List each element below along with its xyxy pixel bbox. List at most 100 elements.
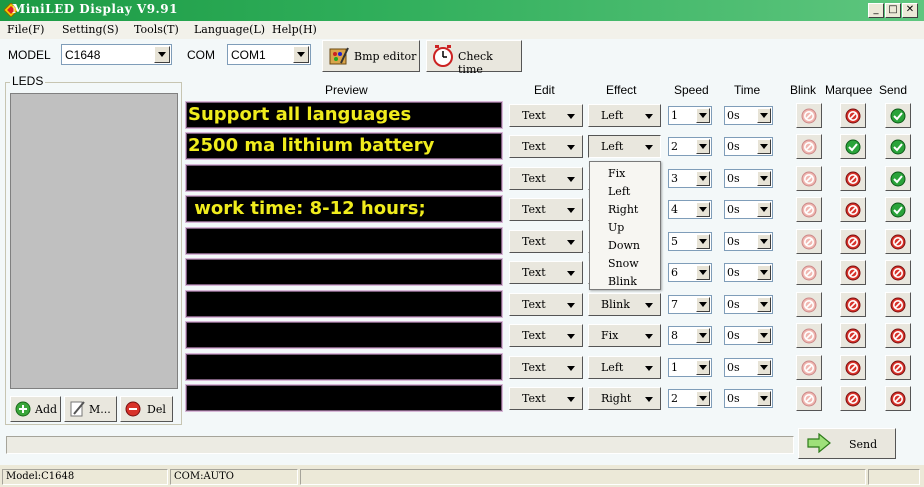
edit-dropdown[interactable]: Text bbox=[509, 230, 583, 253]
blink-toggle[interactable] bbox=[796, 229, 822, 254]
marquee-toggle[interactable] bbox=[840, 134, 866, 159]
chevron-down-icon[interactable] bbox=[757, 360, 771, 375]
speed-select[interactable]: 2 bbox=[668, 389, 712, 408]
chevron-down-icon[interactable] bbox=[696, 234, 710, 249]
menu-file[interactable]: File(F) bbox=[7, 23, 44, 36]
chevron-down-icon[interactable] bbox=[293, 46, 309, 63]
marquee-toggle[interactable] bbox=[840, 166, 866, 191]
time-select[interactable]: 0s bbox=[724, 232, 773, 251]
speed-select[interactable]: 2 bbox=[668, 137, 712, 156]
send-toggle[interactable] bbox=[885, 386, 911, 411]
chevron-down-icon[interactable] bbox=[154, 46, 170, 63]
blink-toggle[interactable] bbox=[796, 103, 822, 128]
marquee-toggle[interactable] bbox=[840, 229, 866, 254]
chevron-down-icon[interactable] bbox=[696, 297, 710, 312]
edit-dropdown[interactable]: Text bbox=[509, 104, 583, 127]
preview-display[interactable] bbox=[186, 385, 502, 411]
preview-display[interactable]: Support all languages bbox=[186, 102, 502, 128]
chevron-down-icon[interactable] bbox=[696, 108, 710, 123]
time-select[interactable]: 0s bbox=[724, 263, 773, 282]
minimize-button[interactable]: _ bbox=[868, 3, 884, 18]
bmp-editor-button[interactable]: Bmp editor bbox=[322, 40, 420, 72]
chevron-down-icon[interactable] bbox=[696, 139, 710, 154]
blink-toggle[interactable] bbox=[796, 292, 822, 317]
maximize-button[interactable]: □ bbox=[885, 3, 901, 18]
edit-dropdown[interactable]: Text bbox=[509, 198, 583, 221]
time-select[interactable]: 0s bbox=[724, 200, 773, 219]
send-toggle[interactable] bbox=[885, 197, 911, 222]
edit-dropdown[interactable]: Text bbox=[509, 261, 583, 284]
chevron-down-icon[interactable] bbox=[696, 360, 710, 375]
preview-display[interactable] bbox=[186, 165, 502, 191]
effect-option[interactable]: Up bbox=[590, 218, 660, 236]
chevron-down-icon[interactable] bbox=[757, 234, 771, 249]
send-toggle[interactable] bbox=[885, 166, 911, 191]
chevron-down-icon[interactable] bbox=[696, 391, 710, 406]
menu-setting[interactable]: Setting(S) bbox=[62, 23, 119, 36]
edit-dropdown[interactable]: Text bbox=[509, 324, 583, 347]
effect-option[interactable]: Right bbox=[590, 200, 660, 218]
preview-display[interactable] bbox=[186, 228, 502, 254]
effect-option[interactable]: Snow bbox=[590, 254, 660, 272]
marquee-toggle[interactable] bbox=[840, 197, 866, 222]
menu-tools[interactable]: Tools(T) bbox=[134, 23, 179, 36]
effect-dropdown[interactable]: Right bbox=[588, 387, 661, 410]
model-select[interactable]: C1648 bbox=[61, 44, 172, 65]
preview-display[interactable] bbox=[186, 291, 502, 317]
preview-display[interactable]: work time: 8-12 hours; bbox=[186, 196, 502, 222]
send-toggle[interactable] bbox=[885, 134, 911, 159]
marquee-toggle[interactable] bbox=[840, 103, 866, 128]
chevron-down-icon[interactable] bbox=[696, 265, 710, 280]
effect-dropdown[interactable]: Left bbox=[588, 104, 661, 127]
chevron-down-icon[interactable] bbox=[696, 171, 710, 186]
time-select[interactable]: 0s bbox=[724, 106, 773, 125]
speed-select[interactable]: 8 bbox=[668, 326, 712, 345]
speed-select[interactable]: 5 bbox=[668, 232, 712, 251]
send-button[interactable]: Send bbox=[798, 428, 896, 459]
chevron-down-icon[interactable] bbox=[757, 139, 771, 154]
chevron-down-icon[interactable] bbox=[757, 328, 771, 343]
edit-dropdown[interactable]: Text bbox=[509, 356, 583, 379]
speed-select[interactable]: 4 bbox=[668, 200, 712, 219]
check-time-button[interactable]: Check time bbox=[426, 40, 522, 76]
marquee-toggle[interactable] bbox=[840, 386, 866, 411]
send-toggle[interactable] bbox=[885, 260, 911, 285]
speed-select[interactable]: 7 bbox=[668, 295, 712, 314]
blink-toggle[interactable] bbox=[796, 323, 822, 348]
effect-option[interactable]: Down bbox=[590, 236, 660, 254]
time-select[interactable]: 0s bbox=[724, 169, 773, 188]
speed-select[interactable]: 6 bbox=[668, 263, 712, 282]
marquee-toggle[interactable] bbox=[840, 292, 866, 317]
effect-dropdown[interactable]: Fix bbox=[588, 324, 661, 347]
effect-option[interactable]: Left bbox=[590, 182, 660, 200]
preview-display[interactable] bbox=[186, 354, 502, 380]
effect-option[interactable]: Fix bbox=[590, 164, 660, 182]
com-select[interactable]: COM1 bbox=[227, 44, 311, 65]
time-select[interactable]: 0s bbox=[724, 137, 773, 156]
chevron-down-icon[interactable] bbox=[757, 202, 771, 217]
blink-toggle[interactable] bbox=[796, 386, 822, 411]
blink-toggle[interactable] bbox=[796, 134, 822, 159]
speed-select[interactable]: 1 bbox=[668, 106, 712, 125]
blink-toggle[interactable] bbox=[796, 166, 822, 191]
close-button[interactable]: ✕ bbox=[902, 3, 918, 18]
send-toggle[interactable] bbox=[885, 229, 911, 254]
preview-display[interactable] bbox=[186, 322, 502, 348]
blink-toggle[interactable] bbox=[796, 355, 822, 380]
edit-dropdown[interactable]: Text bbox=[509, 167, 583, 190]
effect-dropdown[interactable]: Left bbox=[588, 135, 661, 158]
blink-toggle[interactable] bbox=[796, 260, 822, 285]
speed-select[interactable]: 3 bbox=[668, 169, 712, 188]
marquee-toggle[interactable] bbox=[840, 323, 866, 348]
edit-dropdown[interactable]: Text bbox=[509, 135, 583, 158]
effect-dropdown[interactable]: Left bbox=[588, 356, 661, 379]
marquee-toggle[interactable] bbox=[840, 355, 866, 380]
chevron-down-icon[interactable] bbox=[696, 328, 710, 343]
chevron-down-icon[interactable] bbox=[757, 391, 771, 406]
edit-dropdown[interactable]: Text bbox=[509, 293, 583, 316]
time-select[interactable]: 0s bbox=[724, 358, 773, 377]
chevron-down-icon[interactable] bbox=[696, 202, 710, 217]
send-toggle[interactable] bbox=[885, 292, 911, 317]
chevron-down-icon[interactable] bbox=[757, 108, 771, 123]
send-toggle[interactable] bbox=[885, 103, 911, 128]
